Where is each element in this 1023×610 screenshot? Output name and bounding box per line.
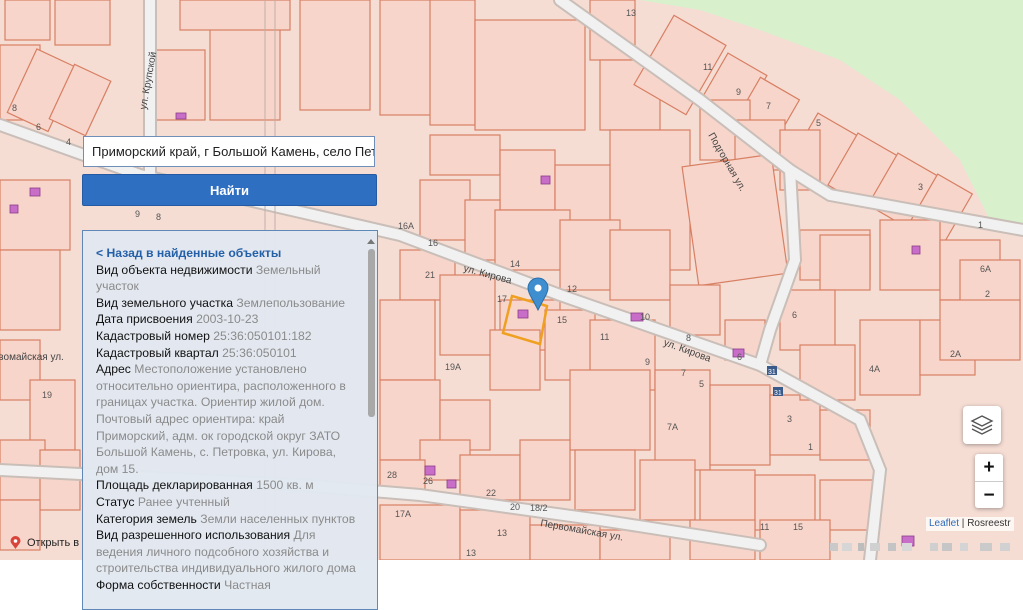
info-row-date: Дата присвоения 2003-10-23 <box>96 312 259 327</box>
house-number: 7 <box>766 101 771 111</box>
house-number: 13 <box>466 548 476 558</box>
rosreestr-link[interactable]: Rosreestr <box>967 518 1010 529</box>
info-row-permitted-use: Вид разрешенного использования Для веден… <box>96 528 356 576</box>
street-label-pervomayskaya-2: Первомайская ул. <box>0 352 64 363</box>
svg-text:31: 31 <box>768 369 776 376</box>
house-number: 22 <box>486 488 496 498</box>
house-number: 7А <box>667 422 678 432</box>
back-to-results-link[interactable]: < Назад в найденные объекты <box>96 245 358 262</box>
map-attribution: Leaflet | Rosreestr <box>926 517 1014 531</box>
house-number: 8 <box>686 333 691 343</box>
house-number: 2А <box>950 349 961 359</box>
info-row-cadastral-number: Кадастровый номер 25:36:050101:182 <box>96 328 312 343</box>
info-row-cadastral-quarter: Кадастровый квартал 25:36:050101 <box>96 345 297 360</box>
house-number: 11 <box>600 332 609 342</box>
house-number: 20 <box>510 502 520 512</box>
zoom-out-button[interactable]: − <box>975 482 1003 509</box>
house-number: 17А <box>395 509 411 519</box>
open-in-label: Открыть в <box>27 536 80 549</box>
house-number: 19А <box>445 362 461 372</box>
house-number: 15 <box>557 315 567 325</box>
info-row-status: Статус Ранее учтенный <box>96 494 230 509</box>
house-number: 10 <box>640 312 650 322</box>
info-row-plot-type: Вид земельного участка Землепользование <box>96 295 346 310</box>
house-number: 21 <box>425 270 435 280</box>
map-pin-icon <box>10 536 21 549</box>
house-number: 6 <box>737 352 742 362</box>
house-number: 4А <box>869 364 880 374</box>
house-number: 3 <box>918 182 923 192</box>
open-in-link[interactable]: Открыть в <box>10 536 79 549</box>
scroll-thumb[interactable] <box>368 249 375 417</box>
info-row-address: Адрес Местоположение установлено относит… <box>96 362 346 476</box>
blurred-watermark <box>830 543 1010 551</box>
house-number: 13 <box>626 8 636 18</box>
house-number: 4 <box>66 137 71 147</box>
house-number: 1 <box>808 442 813 452</box>
object-info-content: < Назад в найденные объекты Вид объекта … <box>96 245 358 593</box>
house-number: 5 <box>699 379 704 389</box>
house-number: 19 <box>42 390 52 400</box>
house-number: 17 <box>497 294 507 304</box>
layers-button[interactable] <box>963 406 1001 444</box>
house-number: 5 <box>816 118 821 128</box>
zoom-control: + − <box>975 454 1003 508</box>
object-info-panel[interactable]: < Назад в найденные объекты Вид объекта … <box>82 230 378 610</box>
house-number: 26 <box>423 476 433 486</box>
house-number: 8 <box>12 103 17 113</box>
house-number: 6А <box>980 264 991 274</box>
house-number: 18/2 <box>530 503 548 513</box>
house-number: 1 <box>978 220 983 230</box>
zoom-in-button[interactable]: + <box>975 454 1003 482</box>
house-number: 8 <box>156 212 161 222</box>
house-number: 13 <box>497 528 507 538</box>
house-number: 6 <box>36 122 41 132</box>
house-number: 12 <box>567 284 577 294</box>
info-row-area: Площадь декларированная 1500 кв. м <box>96 478 314 493</box>
find-button[interactable]: Найти <box>82 174 377 206</box>
info-row-category: Категория земель Земли населенных пункто… <box>96 511 356 526</box>
house-number: 7 <box>681 368 686 378</box>
house-number: 11 <box>760 522 769 532</box>
search-input[interactable]: Приморский край, г Большой Камень, село … <box>83 136 375 167</box>
house-number: 3 <box>787 414 792 424</box>
house-number: 14 <box>510 259 520 269</box>
info-row-ownership: Форма собственности Частная <box>96 577 271 592</box>
house-number: 2 <box>985 289 990 299</box>
leaflet-link[interactable]: Leaflet <box>929 518 959 529</box>
house-number: 11 <box>703 62 712 72</box>
house-number: 9 <box>135 209 140 219</box>
panel-scrollbar[interactable] <box>367 239 375 603</box>
house-number: 16 <box>428 238 438 248</box>
house-number: 6 <box>792 310 797 320</box>
info-row-object-type: Вид объекта недвижимости Земельный участ… <box>96 262 321 294</box>
house-number: 28 <box>387 470 397 480</box>
house-number: 16А <box>398 221 414 231</box>
house-number: 15 <box>793 522 803 532</box>
house-number: 9 <box>736 87 741 97</box>
house-number: 9 <box>645 357 650 367</box>
svg-text:31: 31 <box>774 390 782 397</box>
layers-icon <box>970 415 994 435</box>
scroll-up-arrow-icon[interactable] <box>367 239 375 244</box>
